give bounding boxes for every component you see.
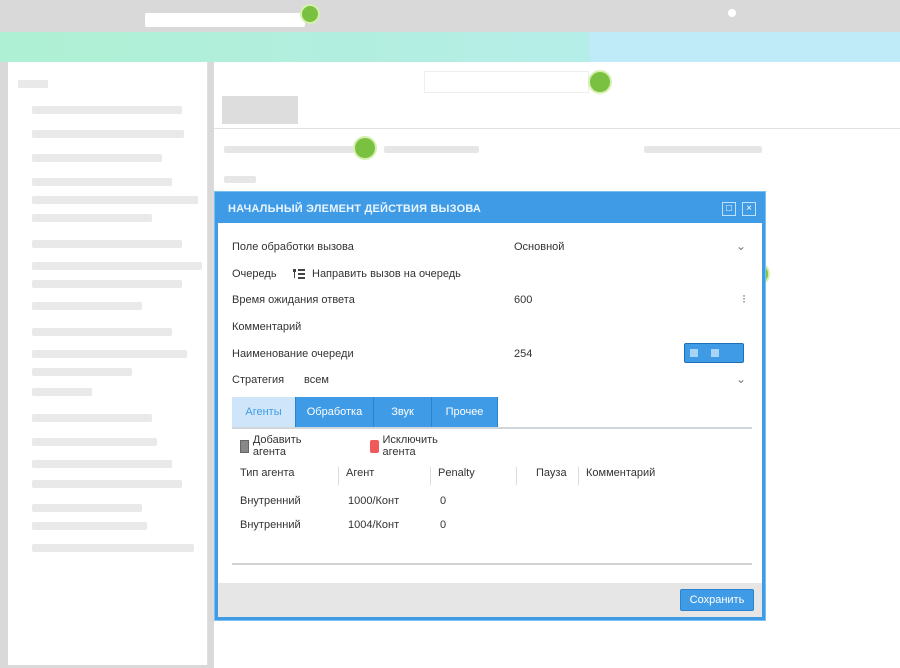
cell-penalty: 0: [440, 519, 447, 531]
remove-agent-button[interactable]: Исключить агента: [370, 434, 442, 458]
field-label: Время ожидания ответа: [232, 294, 355, 306]
sidebar-item[interactable]: [32, 280, 182, 288]
add-agent-button[interactable]: Добавить агента: [240, 434, 306, 458]
queue-action-label: Направить вызов на очередь: [312, 268, 461, 280]
top-bar: [0, 0, 900, 32]
sidebar-title: [18, 80, 48, 88]
restore-icon[interactable]: □: [722, 202, 736, 216]
chevron-down-icon[interactable]: ⌄: [736, 372, 746, 386]
field-value: 600: [514, 294, 533, 306]
cell-agent-type: Внутренний: [240, 519, 301, 531]
field-value: 254: [514, 348, 533, 360]
toggle-knob-icon: [711, 349, 719, 357]
chevron-down-icon[interactable]: ⌄: [736, 239, 746, 253]
close-icon[interactable]: ×: [742, 202, 756, 216]
cell-agent-type: Внутренний: [240, 495, 301, 507]
field-label: Комментарий: [232, 321, 302, 333]
tab-processing[interactable]: Обработка: [296, 397, 374, 427]
remove-agent-label: Исключить агента: [382, 434, 438, 458]
marker-dot-icon: [590, 72, 610, 92]
cell-penalty: 0: [440, 495, 447, 507]
sidebar-item[interactable]: [32, 414, 152, 422]
sidebar-item[interactable]: [32, 522, 147, 530]
top-search-input[interactable]: [145, 13, 305, 27]
sidebar-item[interactable]: [32, 178, 172, 186]
table-scrollbar[interactable]: [232, 563, 752, 565]
tab-other[interactable]: Прочее: [432, 397, 498, 427]
column-header[interactable]: Агент: [346, 467, 374, 485]
dialog-footer: Сохранить: [218, 583, 762, 617]
toggle-knob-icon: [690, 349, 698, 357]
content-divider: [214, 128, 900, 129]
tabs-underline: [232, 427, 752, 429]
field-label: Очередь: [232, 268, 277, 280]
column-header[interactable]: Penalty: [438, 467, 475, 485]
field-label: Поле обработки вызова: [232, 241, 354, 253]
field-value: всем: [304, 374, 329, 386]
sidebar-item[interactable]: [32, 350, 187, 358]
content-placeholder: [644, 146, 762, 153]
sidebar-item[interactable]: [32, 368, 132, 376]
sidebar-item[interactable]: [32, 328, 172, 336]
field-timeout[interactable]: Время ожидания ответа 600 ⁝: [232, 292, 752, 310]
add-icon: [240, 439, 249, 453]
sidebar-item[interactable]: [32, 130, 184, 138]
queue-icon: [293, 269, 305, 279]
delete-icon: [370, 439, 379, 453]
sidebar-item[interactable]: [32, 262, 202, 270]
cell-agent: 1004/Конт: [348, 519, 400, 531]
sidebar-item[interactable]: [32, 460, 172, 468]
marker-dot-icon: [355, 138, 375, 158]
call-action-dialog: НАЧАЛЬНЫЙ ЭЛЕМЕНТ ДЕЙСТВИЯ ВЫЗОВА □ × По…: [215, 192, 765, 620]
save-button[interactable]: Сохранить: [680, 589, 754, 611]
sidebar-item[interactable]: [32, 106, 182, 114]
stepper-icon[interactable]: ⁝: [742, 292, 746, 306]
column-separator: [338, 467, 339, 485]
dialog-title-bar: НАЧАЛЬНЫЙ ЭЛЕМЕНТ ДЕЙСТВИЯ ВЫЗОВА □ ×: [218, 195, 762, 223]
content-placeholder: [224, 176, 256, 183]
column-header[interactable]: Пауза: [536, 467, 567, 485]
sidebar-item[interactable]: [32, 480, 182, 488]
column-separator: [578, 467, 579, 485]
field-value: Основной: [514, 241, 565, 253]
column-header[interactable]: Тип агента: [240, 467, 295, 485]
sidebar-item[interactable]: [32, 196, 198, 204]
content-header-box: [222, 96, 298, 124]
dialog-title: НАЧАЛЬНЫЙ ЭЛЕМЕНТ ДЕЙСТВИЯ ВЫЗОВА: [228, 203, 482, 215]
content-placeholder: [224, 146, 354, 153]
field-queue-name[interactable]: Наименование очереди 254: [232, 346, 752, 364]
field-queue: Очередь Направить вызов на очередь: [232, 266, 752, 284]
column-separator: [430, 467, 431, 485]
tab-sound[interactable]: Звук: [374, 397, 432, 427]
content-placeholder: [384, 146, 479, 153]
sidebar-item[interactable]: [32, 154, 162, 162]
status-dot-icon: [728, 9, 736, 17]
dialog-tabs: Агенты Обработка Звук Прочее: [232, 397, 752, 427]
add-agent-label: Добавить агента: [252, 434, 302, 458]
field-label: Стратегия: [232, 374, 285, 386]
marker-dot-icon: [302, 6, 318, 22]
field-label: Наименование очереди: [232, 348, 354, 360]
sidebar: [8, 62, 208, 665]
sidebar-item[interactable]: [32, 388, 92, 396]
column-separator: [516, 467, 517, 485]
tab-agents[interactable]: Агенты: [232, 397, 296, 427]
queue-toggle-button[interactable]: [684, 343, 744, 363]
cell-agent: 1000/Конт: [348, 495, 400, 507]
sidebar-item[interactable]: [32, 302, 142, 310]
content-input[interactable]: [424, 71, 589, 93]
field-call-handling[interactable]: Поле обработки вызова Основной ⌄: [232, 239, 752, 257]
field-comment[interactable]: Комментарий: [232, 319, 752, 337]
sidebar-item[interactable]: [32, 504, 142, 512]
sidebar-item[interactable]: [32, 240, 182, 248]
sidebar-item[interactable]: [32, 214, 152, 222]
column-header[interactable]: Комментарий: [586, 467, 655, 485]
sidebar-item[interactable]: [32, 438, 157, 446]
sidebar-item[interactable]: [32, 544, 194, 552]
field-strategy[interactable]: Стратегия всем ⌄: [232, 372, 752, 390]
